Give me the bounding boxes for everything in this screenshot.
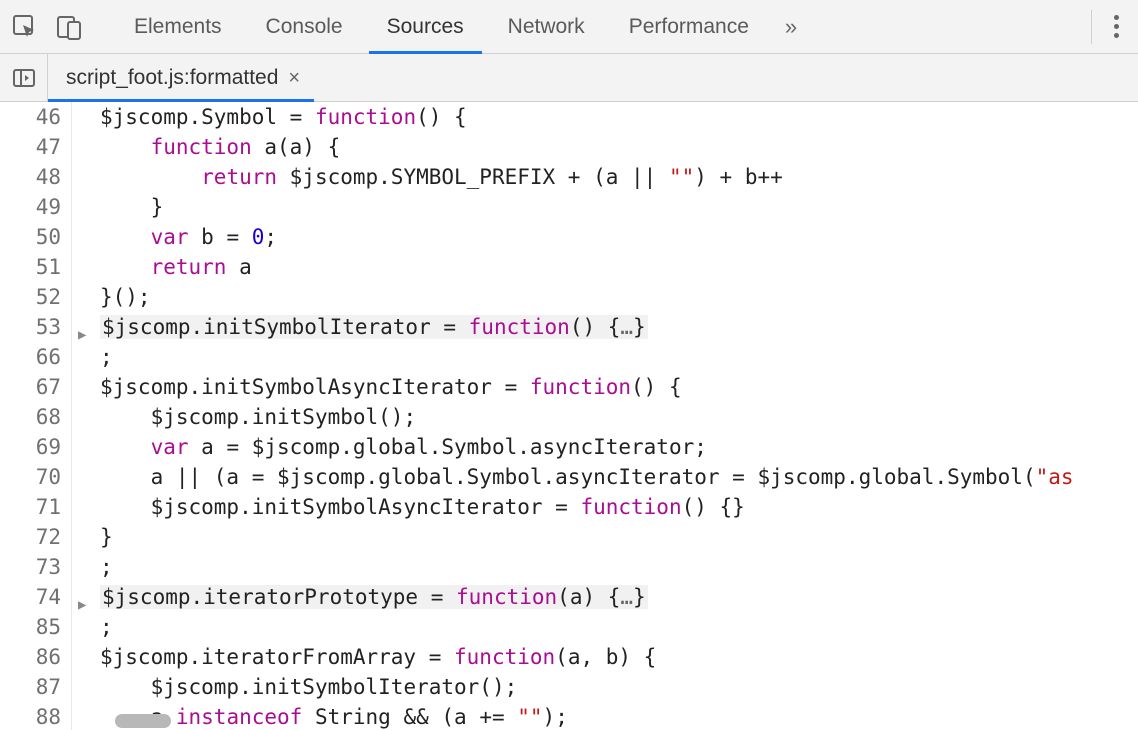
line-number[interactable]: 87	[0, 672, 61, 702]
line-number[interactable]: 47	[0, 132, 61, 162]
fold-gutter: ▶▶	[72, 102, 100, 730]
tab-network[interactable]: Network	[486, 0, 607, 53]
source-editor[interactable]: 4647484950515253666768697071727374858687…	[0, 102, 1138, 730]
line-number[interactable]: 66	[0, 342, 61, 372]
line-number[interactable]: 68	[0, 402, 61, 432]
fold-toggle-icon[interactable]: ▶	[78, 320, 86, 350]
line-number[interactable]: 86	[0, 642, 61, 672]
tabs-overflow-button[interactable]: »	[771, 14, 806, 40]
code-line[interactable]: $jscomp.initSymbolAsyncIterator = functi…	[100, 372, 1138, 402]
code-line[interactable]: $jscomp.initSymbolIterator();	[100, 672, 1138, 702]
toolbar-left-icons	[12, 14, 112, 40]
code-line[interactable]: ;	[100, 612, 1138, 642]
code-line[interactable]: ;	[100, 552, 1138, 582]
tab-console[interactable]: Console	[244, 0, 365, 53]
line-number[interactable]: 74	[0, 582, 61, 612]
line-number[interactable]: 71	[0, 492, 61, 522]
navigator-toggle-button[interactable]	[0, 54, 48, 101]
tab-sources[interactable]: Sources	[365, 0, 486, 53]
tab-performance[interactable]: Performance	[607, 0, 771, 53]
code-line[interactable]: $jscomp.initSymbol();	[100, 402, 1138, 432]
line-number[interactable]: 85	[0, 612, 61, 642]
tab-elements[interactable]: Elements	[112, 0, 244, 53]
code-line[interactable]: a instanceof String && (a += "");	[100, 702, 1138, 730]
line-number[interactable]: 50	[0, 222, 61, 252]
code-line[interactable]: }	[100, 192, 1138, 222]
code-line[interactable]: return a	[100, 252, 1138, 282]
code-line[interactable]: }();	[100, 282, 1138, 312]
horizontal-scrollbar-thumb[interactable]	[115, 714, 171, 728]
line-number[interactable]: 46	[0, 102, 61, 132]
line-number[interactable]: 73	[0, 552, 61, 582]
code-line[interactable]: }	[100, 522, 1138, 552]
device-toggle-icon[interactable]	[56, 14, 82, 40]
line-number[interactable]: 70	[0, 462, 61, 492]
file-tab-active[interactable]: script_foot.js:formatted ×	[48, 54, 314, 101]
line-number[interactable]: 49	[0, 192, 61, 222]
code-line[interactable]: $jscomp.iteratorPrototype = function(a) …	[100, 582, 1138, 612]
main-tabs: Elements Console Sources Network Perform…	[112, 0, 771, 53]
code-line[interactable]: $jscomp.initSymbolIterator = function() …	[100, 312, 1138, 342]
code-line[interactable]: var a = $jscomp.global.Symbol.asyncItera…	[100, 432, 1138, 462]
code-line[interactable]: a || (a = $jscomp.global.Symbol.asyncIte…	[100, 462, 1138, 492]
code-line[interactable]: var b = 0;	[100, 222, 1138, 252]
line-number-gutter: 4647484950515253666768697071727374858687…	[0, 102, 72, 730]
devtools-toolbar: Elements Console Sources Network Perform…	[0, 0, 1138, 54]
line-number[interactable]: 48	[0, 162, 61, 192]
code-line[interactable]: $jscomp.Symbol = function() {	[100, 102, 1138, 132]
line-number[interactable]: 69	[0, 432, 61, 462]
code-content[interactable]: $jscomp.Symbol = function() { function a…	[100, 102, 1138, 730]
inspect-element-icon[interactable]	[12, 14, 38, 40]
line-number[interactable]: 53	[0, 312, 61, 342]
line-number[interactable]: 67	[0, 372, 61, 402]
code-line[interactable]: function a(a) {	[100, 132, 1138, 162]
code-line[interactable]: ;	[100, 342, 1138, 372]
close-icon[interactable]: ×	[288, 68, 300, 88]
file-tab-label: script_foot.js:formatted	[66, 66, 278, 90]
line-number[interactable]: 88	[0, 702, 61, 730]
line-number[interactable]: 72	[0, 522, 61, 552]
file-tab-bar: script_foot.js:formatted ×	[0, 54, 1138, 102]
line-number[interactable]: 51	[0, 252, 61, 282]
code-line[interactable]: return $jscomp.SYMBOL_PREFIX + (a || "")…	[100, 162, 1138, 192]
code-line[interactable]: $jscomp.iteratorFromArray = function(a, …	[100, 642, 1138, 672]
toolbar-divider	[1091, 10, 1092, 44]
line-number[interactable]: 52	[0, 282, 61, 312]
more-options-button[interactable]	[1102, 7, 1130, 46]
code-line[interactable]: $jscomp.initSymbolAsyncIterator = functi…	[100, 492, 1138, 522]
fold-toggle-icon[interactable]: ▶	[78, 590, 86, 620]
